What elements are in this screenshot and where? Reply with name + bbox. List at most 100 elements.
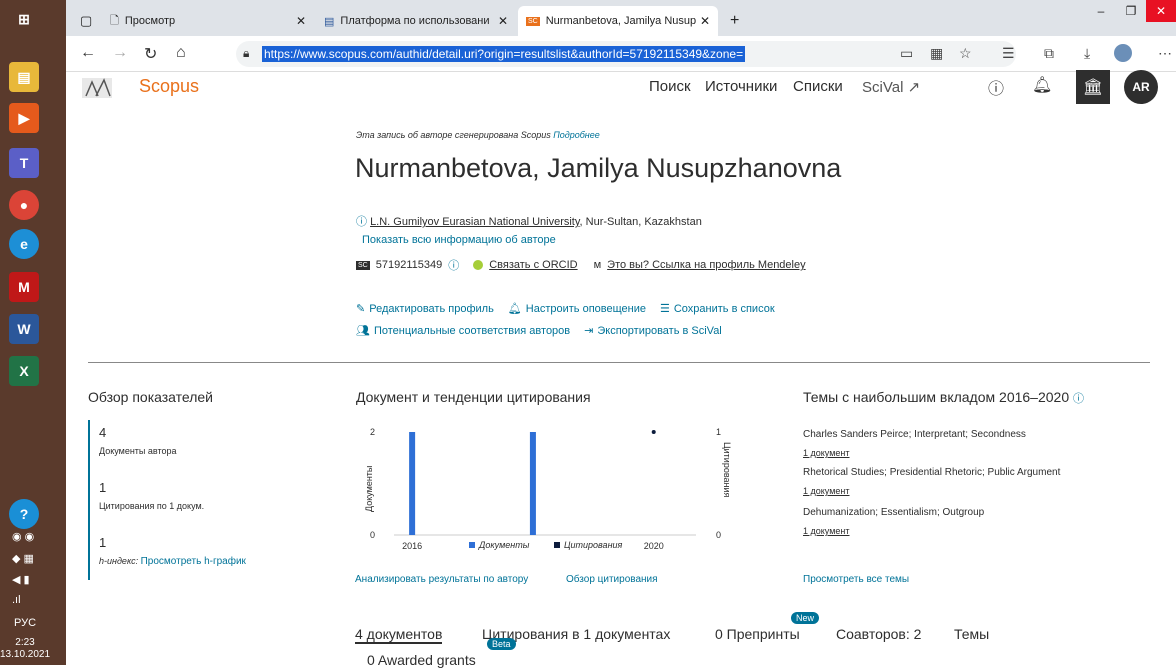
favorites-icon[interactable]: ☰ xyxy=(1002,45,1015,62)
legend-swatch-documents xyxy=(469,542,475,548)
new-tab-button[interactable]: + xyxy=(722,6,752,36)
volume-icon[interactable]: ◀ ▮ xyxy=(12,573,30,586)
h-index-value: 1 xyxy=(99,535,107,550)
tab-actions-icon[interactable]: ▢ xyxy=(72,6,102,36)
favorite-star-icon[interactable]: ☆ xyxy=(959,45,972,62)
app-icon[interactable]: ▦ xyxy=(930,45,943,62)
show-all-author-info-link[interactable]: Показать всю информацию об авторе xyxy=(362,234,556,246)
edge-icon[interactable]: e xyxy=(9,229,39,259)
author-name: Nurmanbetova, Jamilya Nusupzhanovna xyxy=(355,153,842,183)
chart-bar xyxy=(409,432,416,535)
close-tab-icon[interactable]: ✕ xyxy=(700,14,710,28)
set-alert-button[interactable]: 🔔︎ Настроить оповещение xyxy=(508,302,646,315)
topics-title-text: Темы с наибольшим вкладом 2016–2020 xyxy=(803,389,1070,405)
topic-docs-link[interactable]: 1 документ xyxy=(803,486,850,496)
refresh-icon[interactable]: ↻ xyxy=(144,44,157,64)
tab-documents[interactable]: 4 документов xyxy=(355,626,443,644)
mcafee-icon[interactable]: M xyxy=(9,272,39,302)
tray-icons[interactable]: ◉ ◉ xyxy=(12,530,34,543)
collections-icon[interactable]: ⧉ xyxy=(1044,45,1054,62)
mendeley-link[interactable]: Это вы? Ссылка на профиль Mendeley xyxy=(607,259,805,271)
bell-icon[interactable]: 🔔︎ xyxy=(1032,75,1052,95)
clock-date: 13.10.2021 xyxy=(0,649,51,660)
close-tab-icon[interactable]: ✕ xyxy=(296,14,306,28)
h-index-label: h-индекс: xyxy=(99,556,139,566)
file-explorer-icon[interactable]: ▤ xyxy=(9,62,39,92)
scopus-logo[interactable]: Scopus xyxy=(139,76,199,97)
tray-icons-2[interactable]: ◆ ▦ xyxy=(12,552,34,565)
topic-title[interactable]: Rhetorical Studies; Presidential Rhetori… xyxy=(803,467,1060,478)
media-player-icon[interactable]: ▶ xyxy=(9,103,39,133)
browser-tab-2[interactable]: ▤ Платформа по использованию ✕ xyxy=(316,6,516,36)
view-all-topics-link[interactable]: Просмотреть все темы xyxy=(803,574,909,585)
nav-sources[interactable]: Источники xyxy=(705,78,777,95)
back-icon[interactable]: ← xyxy=(80,44,96,62)
citations-label: Цитирования по 1 докум. xyxy=(99,501,205,511)
start-button[interactable]: ⊞ xyxy=(9,4,39,34)
more-info-link[interactable]: Подробнее xyxy=(553,130,600,140)
save-to-list-button[interactable]: ☰ Сохранить в список xyxy=(660,302,775,315)
more-menu-icon[interactable]: ⋯ xyxy=(1158,45,1172,62)
signal-icon[interactable]: .ıl xyxy=(12,594,21,606)
export-scival-button[interactable]: ⇥ Экспортировать в SciVal xyxy=(584,324,722,337)
profile-icon[interactable] xyxy=(1114,44,1132,62)
topic-title[interactable]: Charles Sanders Peirce; Interpretant; Se… xyxy=(803,429,1026,440)
tab-coauthors[interactable]: Соавторов: 2 xyxy=(836,626,921,642)
word-icon[interactable]: W xyxy=(9,314,39,344)
close-window-button[interactable]: ✕ xyxy=(1146,0,1176,22)
affiliation-link[interactable]: L.N. Gumilyov Eurasian National Universi… xyxy=(370,216,579,228)
reader-view-icon[interactable]: ▭ xyxy=(900,45,913,62)
minimize-button[interactable]: – xyxy=(1086,0,1116,22)
topic-title[interactable]: Dehumanization; Essentialism; Outgroup xyxy=(803,507,984,518)
people-icon: 👥︎ xyxy=(356,325,370,337)
chrome-icon[interactable]: ● xyxy=(9,190,39,220)
help-circle-icon[interactable]: ⓘ xyxy=(988,75,1004,99)
citation-overview-link[interactable]: Обзор цитирования xyxy=(566,574,658,585)
help-icon[interactable]: ? xyxy=(9,499,39,529)
clock[interactable]: 2:23 13.10.2021 xyxy=(0,637,50,661)
x-tick-label: 2016 xyxy=(402,541,422,551)
topic-docs-link[interactable]: 1 документ xyxy=(803,526,850,536)
author-ids-row: SC 57192115349 ⓘ Связать с ORCID ᴍ Это в… xyxy=(356,257,806,273)
lock-icon[interactable]: 🔒︎ xyxy=(243,46,249,61)
nav-scival[interactable]: SciVal ↗ xyxy=(862,78,920,96)
export-icon: ⇥ xyxy=(584,325,594,337)
edit-profile-button[interactable]: ✎ Редактировать профиль xyxy=(356,302,494,315)
home-icon[interactable]: ⌂ xyxy=(176,44,186,62)
author-actions-row-1: ✎ Редактировать профиль 🔔︎ Настроить опове… xyxy=(356,302,775,315)
info-icon[interactable]: ⓘ xyxy=(448,257,459,273)
y-tick-label: 2 xyxy=(370,427,375,437)
language-indicator[interactable]: РУС xyxy=(0,617,50,629)
window-controls: – ❐ ✕ xyxy=(1086,0,1176,22)
affiliation: ⓘ L.N. Gumilyov Eurasian National Univer… xyxy=(356,213,702,229)
pencil-icon: ✎ xyxy=(356,303,366,315)
teams-icon[interactable]: T xyxy=(9,148,39,178)
nav-search[interactable]: Поиск xyxy=(649,78,691,95)
tab-preprints[interactable]: 0 Препринты xyxy=(715,626,800,642)
avatar[interactable]: AR xyxy=(1124,70,1158,104)
topic-docs-link[interactable]: 1 документ xyxy=(803,448,850,458)
tab-topics[interactable]: Темы xyxy=(954,626,989,642)
view-h-graph-link[interactable]: Просмотреть h-график xyxy=(141,556,246,567)
download-icon[interactable]: ⤓ xyxy=(1084,45,1090,62)
browser-tab-1[interactable]: 🗋 Просмотр ✕ xyxy=(102,6,314,36)
excel-icon[interactable]: X xyxy=(9,356,39,386)
forward-icon[interactable]: → xyxy=(112,44,128,62)
institution-icon[interactable]: 🏛︎ xyxy=(1076,70,1110,104)
connect-orcid-link[interactable]: Связать с ORCID xyxy=(489,259,577,271)
browser-toolbar: ← → ↻ ⌂ 🔒︎ https://www.scopus.com/authid… xyxy=(66,36,1176,72)
divider xyxy=(88,362,1150,363)
browser-tab-3-active[interactable]: SC Nurmanbetova, Jamilya Nusupzh ✕ xyxy=(518,6,718,36)
maximize-button[interactable]: ❐ xyxy=(1116,0,1146,22)
info-icon[interactable]: ⓘ xyxy=(1073,393,1084,405)
y2-tick-label: 1 xyxy=(716,427,721,437)
analyze-author-link[interactable]: Анализировать результаты по автору xyxy=(355,574,528,585)
potential-matches-button[interactable]: 👥︎ Потенциальные соответствия авторов xyxy=(356,324,570,337)
url-text[interactable]: https://www.scopus.com/authid/detail.uri… xyxy=(262,46,746,62)
elsevier-logo[interactable] xyxy=(78,76,118,100)
tab-label: Просмотр xyxy=(124,15,176,27)
nav-lists[interactable]: Списки xyxy=(793,78,843,95)
close-tab-icon[interactable]: ✕ xyxy=(498,14,508,28)
tab-awarded-grants[interactable]: 0 Awarded grants xyxy=(367,652,476,668)
orcid-icon xyxy=(473,260,484,270)
